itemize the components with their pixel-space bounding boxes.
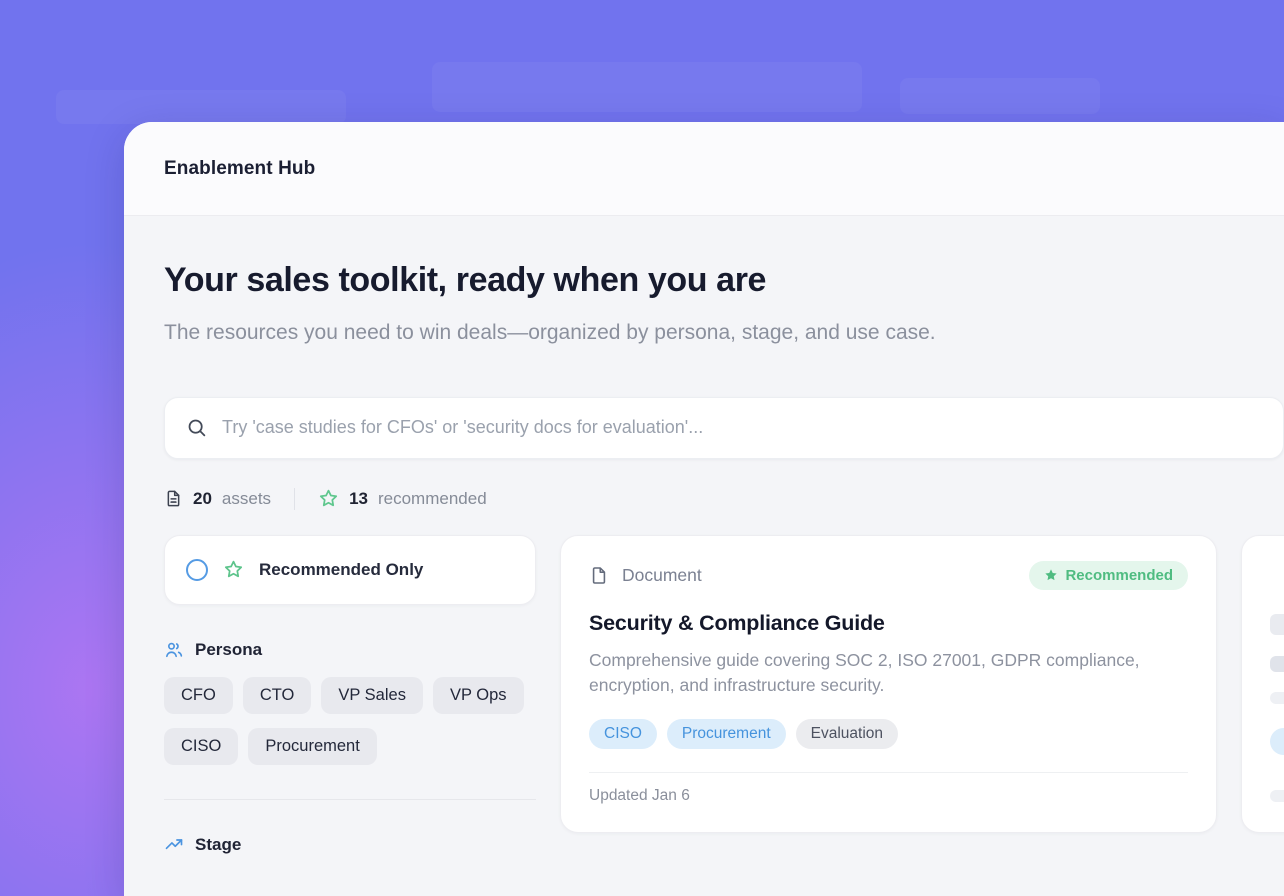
stats-divider <box>294 488 295 510</box>
asset-updated: Updated Jan 6 <box>589 773 1188 822</box>
star-icon <box>223 559 244 580</box>
page-subtitle: The resources you need to win deals—orga… <box>164 315 944 352</box>
stats-bar: 20 assets 13 recommended <box>164 488 1284 510</box>
users-icon <box>164 640 184 660</box>
app-window: Enablement Hub Your sales toolkit, ready… <box>124 122 1284 896</box>
persona-chip-cfo[interactable]: CFO <box>164 677 233 714</box>
background-decoration <box>432 62 862 112</box>
app-header: Enablement Hub <box>124 122 1284 216</box>
recommended-only-toggle[interactable]: Recommended Only <box>164 535 536 605</box>
recommended-badge-label: Recommended <box>1065 567 1173 584</box>
star-icon <box>1044 568 1058 582</box>
asset-title: Security & Compliance Guide <box>589 611 1188 636</box>
recommended-badge: Recommended <box>1029 561 1188 590</box>
persona-chips: CFO CTO VP Sales VP Ops CISO Procurement <box>164 677 536 765</box>
search-bar[interactable] <box>164 397 1284 459</box>
recommended-label: recommended <box>378 489 487 509</box>
content-row: Recommended Only Persona CFO <box>164 535 1284 855</box>
search-input[interactable] <box>222 417 1262 438</box>
next-card-fragment <box>1270 614 1284 635</box>
assets-label: assets <box>222 489 271 509</box>
sidebar-divider <box>164 799 536 800</box>
filters-sidebar: Recommended Only Persona CFO <box>164 535 536 855</box>
star-icon <box>318 488 339 509</box>
persona-section-label: Persona <box>195 640 262 660</box>
background-decoration <box>56 90 346 124</box>
next-asset-card[interactable] <box>1241 535 1284 833</box>
tag-evaluation: Evaluation <box>796 719 898 749</box>
assets-stat: 20 assets <box>164 488 271 509</box>
file-icon <box>164 488 183 509</box>
next-card-fragment <box>1270 790 1284 802</box>
next-card-fragment <box>1270 728 1284 755</box>
page-title: Your sales toolkit, ready when you are <box>164 261 1284 300</box>
tag-procurement: Procurement <box>667 719 786 749</box>
stage-section-label: Stage <box>195 835 241 855</box>
asset-type: Document <box>589 564 702 587</box>
asset-description: Comprehensive guide covering SOC 2, ISO … <box>589 648 1179 700</box>
background-decoration <box>900 78 1100 114</box>
assets-count: 20 <box>193 489 212 509</box>
asset-card[interactable]: Document Recommended Security & Complian… <box>560 535 1217 833</box>
recommended-count: 13 <box>349 489 368 509</box>
asset-type-label: Document <box>622 565 702 586</box>
next-card-fragment <box>1270 692 1284 704</box>
persona-chip-cto[interactable]: CTO <box>243 677 312 714</box>
asset-tags: CISO Procurement Evaluation <box>589 719 1188 749</box>
persona-chip-vp-sales[interactable]: VP Sales <box>321 677 423 714</box>
next-card-fragment <box>1270 656 1284 672</box>
radio-circle[interactable] <box>186 559 208 581</box>
persona-chip-ciso[interactable]: CISO <box>164 728 238 765</box>
search-icon <box>186 417 207 438</box>
trend-up-icon <box>164 835 184 855</box>
app-title: Enablement Hub <box>164 158 315 180</box>
asset-card-top: Document Recommended <box>589 561 1188 590</box>
recommended-only-label: Recommended Only <box>259 560 423 580</box>
persona-chip-procurement[interactable]: Procurement <box>248 728 376 765</box>
document-icon <box>589 564 609 587</box>
tag-ciso: CISO <box>589 719 657 749</box>
persona-section-header: Persona <box>164 640 536 660</box>
persona-chip-vp-ops[interactable]: VP Ops <box>433 677 524 714</box>
stage-section-header: Stage <box>164 835 536 855</box>
recommended-stat: 13 recommended <box>318 488 487 509</box>
main-content: Your sales toolkit, ready when you are T… <box>124 261 1284 855</box>
